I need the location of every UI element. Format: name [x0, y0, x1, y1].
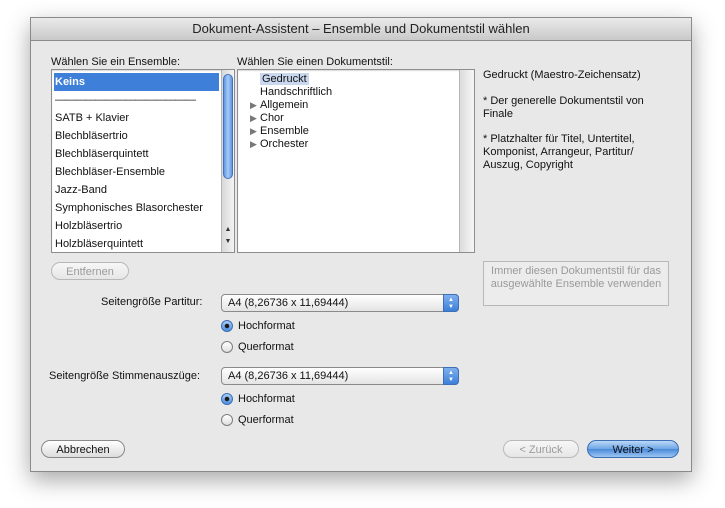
disclosure-triangle-icon[interactable]: ▶: [250, 138, 260, 151]
score-page-size-select[interactable]: A4 (8,26736 x 11,69444) ▲ ▼: [221, 294, 459, 312]
remove-button[interactable]: Entfernen: [51, 262, 129, 280]
parts-page-size-value: A4 (8,26736 x 11,69444): [228, 370, 349, 382]
score-portrait-label[interactable]: Hochformat: [238, 320, 295, 332]
ensemble-item[interactable]: Blechbläserquintett: [54, 145, 219, 163]
docstyle-item-chor[interactable]: ▶ Chor: [250, 112, 284, 125]
disclosure-triangle-icon[interactable]: ▶: [250, 112, 260, 125]
parts-portrait-label[interactable]: Hochformat: [238, 393, 295, 405]
ensemble-item[interactable]: Jazz-Band: [54, 181, 219, 199]
ensemble-separator: ——————————————: [55, 94, 196, 106]
score-page-size-label: Seitengröße Partitur:: [101, 296, 203, 308]
ensemble-item[interactable]: SATB + Klavier: [54, 109, 219, 127]
docstyle-scrollbar[interactable]: [459, 70, 474, 252]
disclosure-triangle-icon[interactable]: ▶: [250, 99, 260, 112]
ensemble-item[interactable]: Holzbläserquintett: [54, 235, 219, 252]
ensemble-item[interactable]: Blechbläsertrio: [54, 127, 219, 145]
score-page-size-value: A4 (8,26736 x 11,69444): [228, 297, 349, 309]
description-line-2: * Platzhalter für Titel, Untertitel, Kom…: [483, 133, 635, 171]
ensemble-item[interactable]: Holzbläsertrio: [54, 217, 219, 235]
ensemble-item[interactable]: Symphonisches Blasorchester: [54, 199, 219, 217]
parts-landscape-label[interactable]: Querformat: [238, 414, 294, 426]
parts-portrait-radio[interactable]: [221, 393, 233, 405]
select-arrows-icon: ▲ ▼: [443, 367, 459, 385]
window-title: Dokument-Assistent – Ensemble und Dokume…: [31, 18, 691, 41]
next-button[interactable]: Weiter >: [587, 440, 679, 458]
always-use-style-button[interactable]: Immer diesen Dokumentstil für das ausgew…: [483, 261, 669, 306]
description-line-1: * Der generelle Dokumentstil von Finale: [483, 95, 644, 120]
parts-landscape-radio[interactable]: [221, 414, 233, 426]
ensemble-item[interactable]: Keins: [54, 73, 219, 91]
disclosure-triangle-icon[interactable]: ▶: [250, 125, 260, 138]
back-button[interactable]: < Zurück: [503, 440, 579, 458]
ensemble-label: Wählen Sie ein Ensemble:: [51, 56, 181, 68]
docstyle-item-orchester[interactable]: ▶ Orchester: [250, 138, 308, 151]
cancel-button[interactable]: Abbrechen: [41, 440, 125, 458]
scroll-down-arrow-icon[interactable]: ▼: [222, 236, 234, 248]
docstyle-item-ensemble[interactable]: ▶ Ensemble: [250, 125, 309, 138]
score-landscape-radio[interactable]: [221, 341, 233, 353]
scrollbar-thumb[interactable]: [223, 74, 233, 179]
parts-page-size-label: Seitengröße Stimmenauszüge:: [49, 370, 201, 382]
ensemble-scrollbar[interactable]: ▲ ▼: [221, 70, 234, 252]
docstyle-list[interactable]: Gedruckt Handschriftlich ▶ Allgemein ▶ Cho…: [237, 69, 475, 253]
docstyle-item-gedruckt[interactable]: Gedruckt: [250, 73, 309, 86]
ensemble-item[interactable]: Blechbläser-Ensemble: [54, 163, 219, 181]
scroll-up-arrow-icon[interactable]: ▲: [222, 224, 234, 236]
description-title: Gedruckt (Maestro-Zeichensatz): [483, 69, 641, 81]
ensemble-list[interactable]: Keins —————————————— SATB + Klavier Blec…: [51, 69, 235, 253]
select-arrows-icon: ▲ ▼: [443, 294, 459, 312]
score-portrait-radio[interactable]: [221, 320, 233, 332]
docstyle-label: Wählen Sie einen Dokumentstil:: [237, 56, 393, 68]
parts-page-size-select[interactable]: A4 (8,26736 x 11,69444) ▲ ▼: [221, 367, 459, 385]
docstyle-item-allgemein[interactable]: ▶ Allgemein: [250, 99, 308, 112]
score-landscape-label[interactable]: Querformat: [238, 341, 294, 353]
document-assistant-dialog: Dokument-Assistent – Ensemble und Dokume…: [30, 17, 692, 472]
docstyle-item-handschriftlich[interactable]: Handschriftlich: [250, 86, 332, 99]
